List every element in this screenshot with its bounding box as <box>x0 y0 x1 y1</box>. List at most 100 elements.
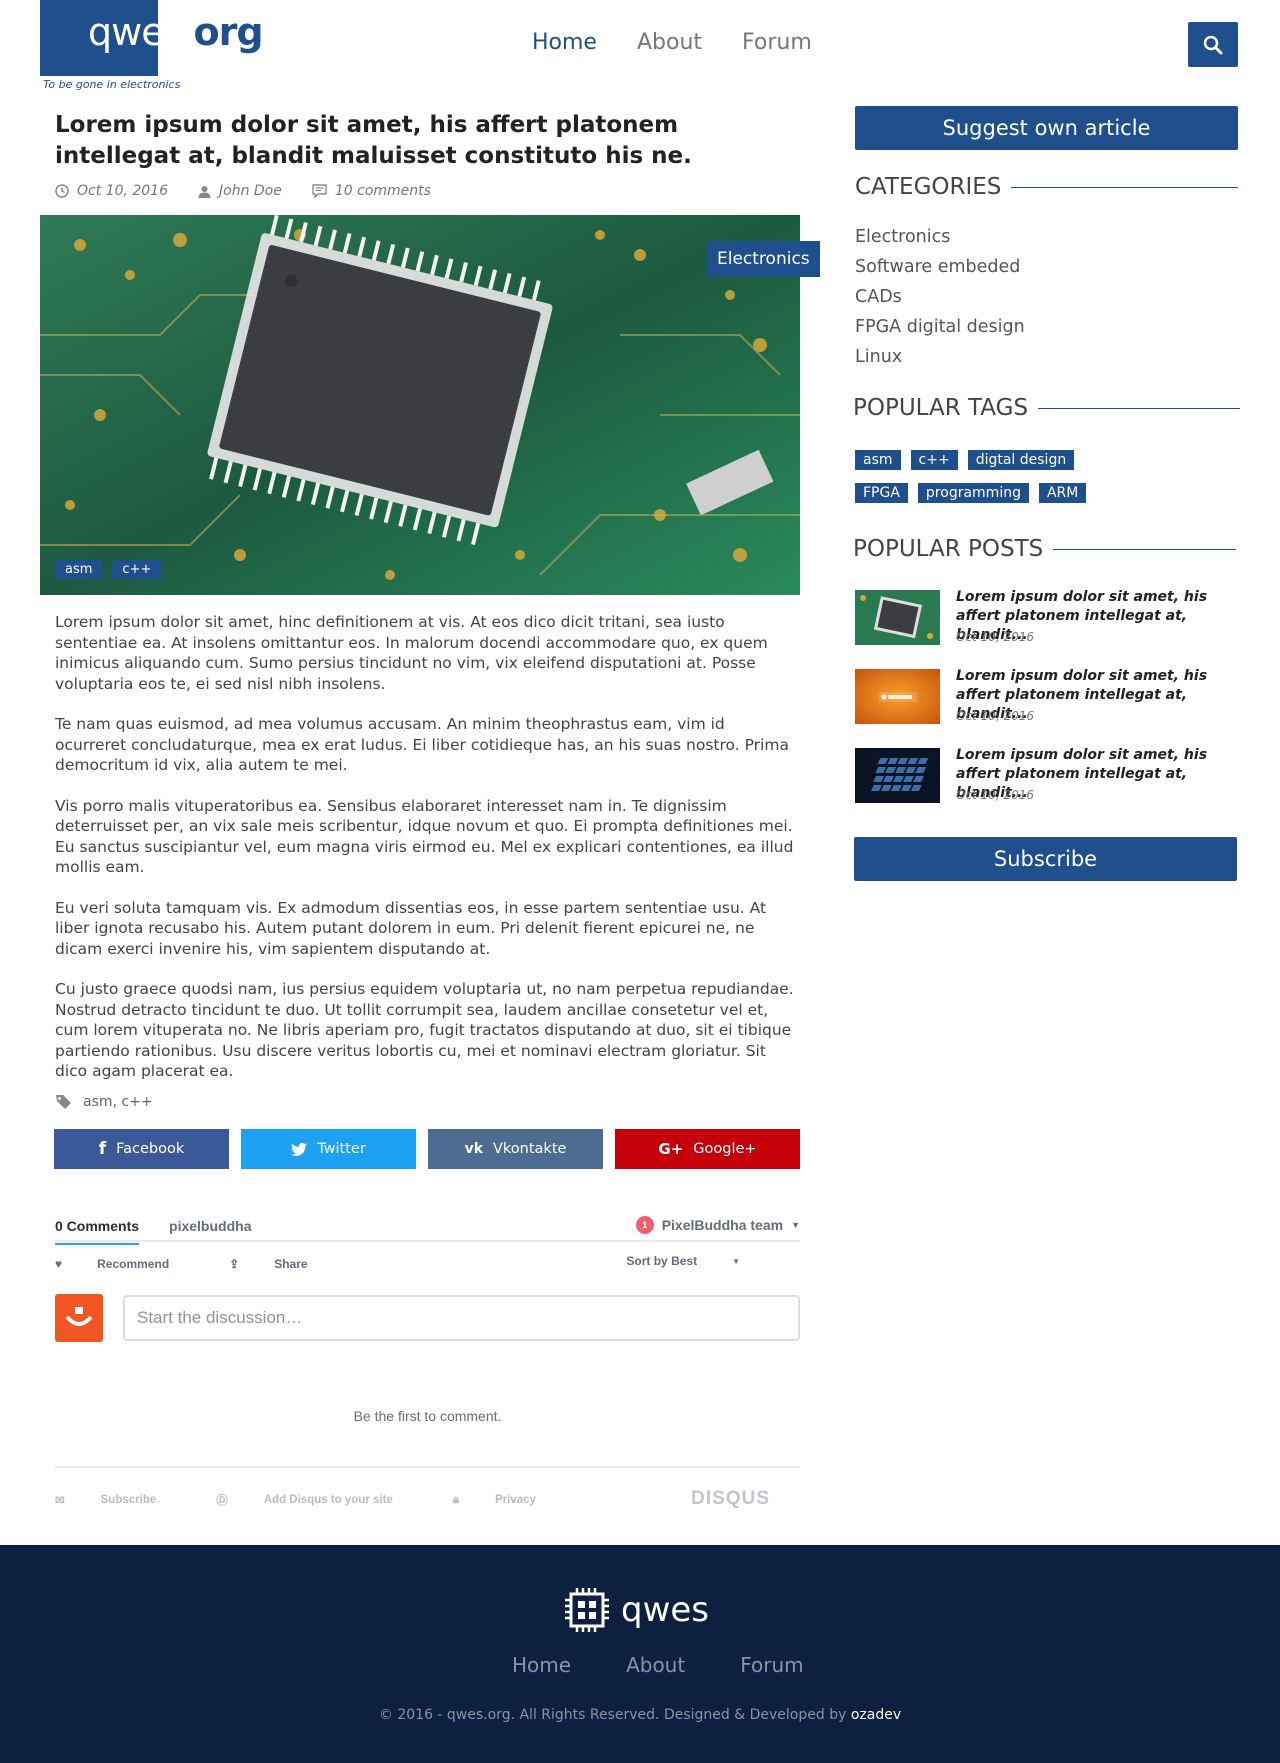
share-icon: ⇪ <box>229 1257 240 1271</box>
tab-community[interactable]: pixelbuddha <box>169 1218 251 1234</box>
image-tags: asm c++ <box>55 560 162 579</box>
logo-main: qwes <box>88 10 183 54</box>
subscribe-button[interactable]: Subscribe <box>854 837 1237 881</box>
footer-nav-home[interactable]: Home <box>512 1653 571 1677</box>
comment-input[interactable]: Start the discussion… <box>123 1295 800 1341</box>
suggest-article-button[interactable]: Suggest own article <box>855 106 1238 150</box>
nav-about[interactable]: About <box>637 30 702 55</box>
popular-post[interactable]: Lorem ipsum dolor sit amet, his affert p… <box>855 588 1240 646</box>
disqus-logo[interactable]: DISQUS <box>691 1488 770 1510</box>
category-item[interactable]: FPGA digital design <box>855 312 1025 342</box>
mail-icon: ✉ <box>55 1495 65 1507</box>
meta-author[interactable]: John Doe <box>198 183 282 199</box>
site-logo[interactable]: qwes org <box>88 10 264 54</box>
article-tags: asm, c++ <box>55 1094 153 1110</box>
tag-fpga[interactable]: FPGA <box>855 483 908 503</box>
footer-nav-about[interactable]: About <box>626 1653 685 1677</box>
footer-logo-text: qwes <box>621 1590 710 1630</box>
lock-icon: 🔒︎ <box>452 1493 459 1506</box>
chip-thumbnail-image <box>855 590 940 645</box>
popular-post[interactable]: Lorem ipsum dolor sit amet, his affert p… <box>855 667 1240 725</box>
heading-divider <box>1011 186 1238 188</box>
empty-comments-message: Be the first to comment. <box>353 1408 502 1424</box>
user-icon <box>198 185 211 198</box>
developer-link[interactable]: ozadev <box>851 1707 901 1723</box>
post-thumbnail[interactable] <box>855 748 940 803</box>
post-date: Oct 10, 2016 <box>956 788 1034 802</box>
category-item[interactable]: Linux <box>855 342 1025 372</box>
tags-title: POPULAR TAGS <box>853 395 1029 421</box>
meta-comments-text: 10 comments <box>334 183 431 199</box>
search-icon <box>1203 35 1223 54</box>
copyright-text: © 2016 - qwes.org. All Rights Reserved. … <box>378 1707 847 1723</box>
comments-actions: ♥ Recommend ⇪ Share Sort by Best ▼ <box>55 1254 800 1274</box>
notification-badge[interactable]: 1 <box>635 1216 654 1234</box>
article-tags-text[interactable]: asm, c++ <box>83 1094 153 1110</box>
share-label: Share <box>274 1257 308 1271</box>
meta-comments[interactable]: 10 comments <box>312 183 431 199</box>
chevron-down-icon: ▼ <box>791 1220 800 1230</box>
facebook-icon: f <box>98 1139 107 1159</box>
tab-comments[interactable]: 0 Comments <box>55 1218 140 1245</box>
heading-divider <box>1038 407 1240 409</box>
category-item[interactable]: CADs <box>855 282 1025 312</box>
categories-title: CATEGORIES <box>855 174 1002 200</box>
nav-forum[interactable]: Forum <box>742 30 812 55</box>
sort-dropdown[interactable]: Sort by Best ▼ <box>626 1254 770 1268</box>
subscribe-link[interactable]: ✉ Subscribe <box>55 1493 186 1507</box>
category-badge[interactable]: Electronics <box>707 241 820 277</box>
paragraph: Lorem ipsum dolor sit amet, hinc definit… <box>55 613 768 693</box>
tag-arm[interactable]: ARM <box>1038 483 1087 503</box>
search-button[interactable] <box>1188 22 1238 67</box>
vk-icon: vk <box>464 1141 483 1157</box>
popular-tags: asm c++ digtal design FPGA programming ARM <box>855 449 1245 515</box>
comment-icon <box>312 184 327 198</box>
category-item[interactable]: Electronics <box>855 222 1025 252</box>
popular-posts-title: POPULAR POSTS <box>853 536 1044 562</box>
recommend-label: Recommend <box>97 1257 170 1271</box>
article-meta: Oct 10, 2016 John Doe 10 comments <box>55 183 431 199</box>
footer-nav-forum[interactable]: Forum <box>740 1653 803 1677</box>
meta-author-text: John Doe <box>219 183 282 199</box>
post-thumbnail[interactable] <box>855 669 940 724</box>
site-footer: qwes Home About Forum © 2016 - qwes.org.… <box>0 1545 1280 1763</box>
avatar[interactable] <box>55 1294 103 1342</box>
article-title: Lorem ipsum dolor sit amet, his affert p… <box>55 112 692 169</box>
ubuntu-thumbnail-image <box>855 669 940 724</box>
image-tag-cpp[interactable]: c++ <box>112 560 162 579</box>
privacy-link[interactable]: 🔒︎ Privacy <box>453 1494 566 1507</box>
tag-digital-design[interactable]: digtal design <box>967 450 1075 470</box>
popular-posts-heading: POPULAR POSTS <box>853 536 1236 562</box>
user-menu[interactable]: 1 PixelBuddha team ▼ <box>635 1216 800 1234</box>
facebook-share-button[interactable]: f Facebook <box>54 1129 229 1169</box>
tag-programming[interactable]: programming <box>917 483 1029 503</box>
googleplus-share-button[interactable]: G+ Google+ <box>615 1129 800 1169</box>
vkontakte-share-button[interactable]: vk Vkontakte <box>428 1129 603 1169</box>
googleplus-icon: G+ <box>658 1140 684 1158</box>
disqus-footer: ✉ Subscribe Ⓓ Add Disqus to your site 🔒︎ Pr… <box>55 1466 800 1510</box>
article-hero-image <box>40 215 800 595</box>
category-item[interactable]: Software embeded <box>855 252 1025 282</box>
sort-label: Sort by Best <box>626 1254 698 1268</box>
nav-home[interactable]: Home <box>532 30 597 55</box>
recommend-button[interactable]: ♥ Recommend <box>55 1254 199 1274</box>
tag-asm[interactable]: asm <box>855 450 901 470</box>
user-name: PixelBuddha team <box>661 1217 784 1233</box>
googleplus-label: Google+ <box>693 1141 757 1157</box>
chevron-down-icon: ▼ <box>732 1256 740 1266</box>
paragraph: Cu justo graece quodsi nam, ius persius … <box>55 980 794 1080</box>
post-thumbnail[interactable] <box>855 590 940 645</box>
share-button[interactable]: ⇪ Share <box>229 1254 337 1274</box>
comment-compose: Start the discussion… <box>55 1294 800 1342</box>
popular-post[interactable]: Lorem ipsum dolor sit amet, his affert p… <box>855 746 1240 804</box>
image-tag-asm[interactable]: asm <box>55 560 103 579</box>
twitter-share-button[interactable]: Twitter <box>241 1129 416 1169</box>
comments-tabs: 0 Comments pixelbuddha 1 PixelBuddha tea… <box>55 1212 800 1245</box>
footer-logo[interactable]: qwes <box>563 1587 709 1633</box>
add-disqus-link[interactable]: Ⓓ Add Disqus to your site <box>216 1492 423 1508</box>
logo-org: org <box>193 10 263 54</box>
categories-heading: CATEGORIES <box>855 174 1238 200</box>
tag-cpp[interactable]: c++ <box>910 450 958 470</box>
avatar-icon <box>65 1307 93 1326</box>
tag-icon <box>56 1095 71 1109</box>
